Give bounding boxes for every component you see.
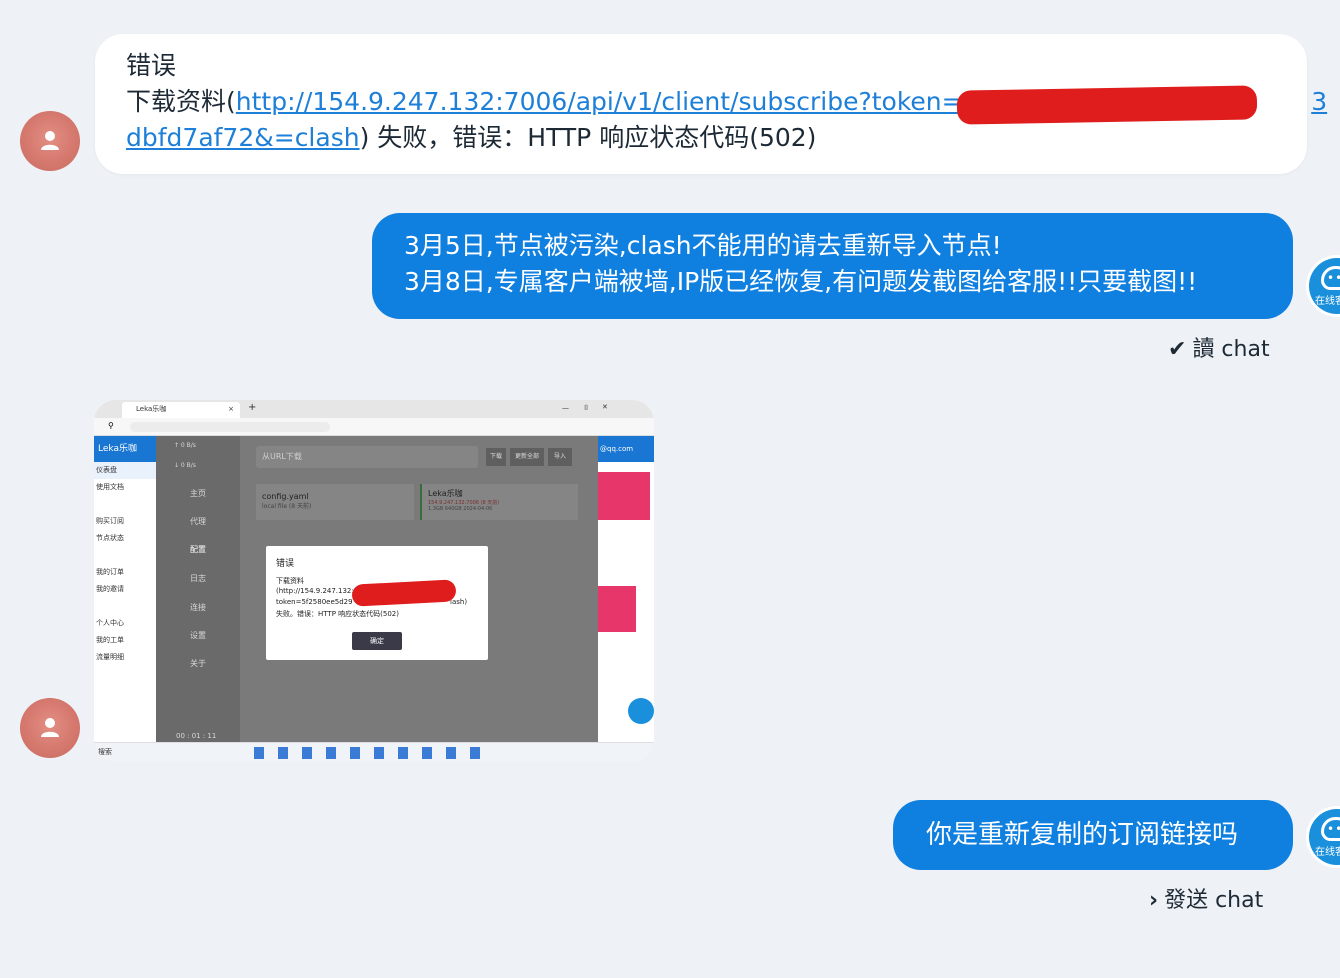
chevron-right-icon: › xyxy=(1149,888,1159,913)
redaction-mark xyxy=(956,85,1258,125)
subscribe-link[interactable]: http://154.9.247.132:7006/api/v1/client/… xyxy=(236,87,1003,116)
operator-label: 在线客服 xyxy=(1315,296,1340,307)
screenshot-right-panel: @qq.com xyxy=(598,436,654,742)
subscribe-link-cont[interactable]: dbfd7af72&=clash xyxy=(126,123,360,152)
message-title: 错误 xyxy=(126,51,177,80)
user-avatar xyxy=(20,698,80,758)
notice-line-2: 3月8日,专属客户端被墙,IP版已经恢复,有问题发截图给客服!!只要截图!! xyxy=(404,267,1198,296)
sidebar-app-name: Leka乐咖 xyxy=(94,436,156,462)
url-input: 从URL下载 xyxy=(256,446,478,468)
windows-taskbar: 搜索 xyxy=(94,742,654,762)
outgoing-message-bubble: 你是重新复制的订阅链接吗 xyxy=(893,800,1293,870)
user-avatar xyxy=(20,111,80,171)
error-dialog: 错误 下载资料 (http://154.9.247.132: token=5f2… xyxy=(266,546,488,660)
read-status: ✔ 讀 chat xyxy=(1168,331,1270,363)
browser-tabbar: Leka乐咖 × + — ⌷ ✕ xyxy=(94,400,654,418)
browser-address-bar: ⚲ xyxy=(94,418,654,436)
screenshot-sidebar: Leka乐咖 仪表盘 使用文档 购买订阅 节点状态 我的订单 我的邀请 个人中心… xyxy=(94,436,156,742)
user-icon xyxy=(41,718,59,737)
redaction-mark xyxy=(351,579,457,607)
read-status-text: 讀 chat xyxy=(1192,337,1270,362)
operator-avatar: ••• 在线客服 xyxy=(1306,255,1340,317)
outgoing-message-bubble: 3月5日,节点被污染,clash不能用的请去重新导入节点! 3月8日,专属客户端… xyxy=(372,213,1293,319)
sent-status-text: 發送 chat xyxy=(1164,888,1264,913)
message-error-text: ) 失败，错误：HTTP 响应状态代码(502) xyxy=(359,123,817,152)
operator-avatar: ••• 在线客服 xyxy=(1306,806,1340,868)
browser-tab-title: Leka乐咖 xyxy=(136,405,167,413)
notice-line-1: 3月5日,节点被污染,clash不能用的请去重新导入节点! xyxy=(404,231,1002,260)
screenshot-attachment[interactable]: Leka乐咖 × + — ⌷ ✕ ⚲ Leka乐咖 仪表盘 使用文档 购买订阅 … xyxy=(94,400,654,762)
question-text: 你是重新复制的订阅链接吗 xyxy=(926,820,1239,850)
dialog-ok-button: 确定 xyxy=(352,632,402,650)
user-icon xyxy=(41,131,59,150)
operator-label: 在线客服 xyxy=(1315,847,1340,858)
subscribe-link-tail[interactable]: 3 xyxy=(1311,87,1327,116)
message-prefix: 下载资料( xyxy=(126,87,236,116)
check-icon: ✔ xyxy=(1168,337,1187,362)
sent-status: › 發送 chat xyxy=(1149,882,1263,914)
